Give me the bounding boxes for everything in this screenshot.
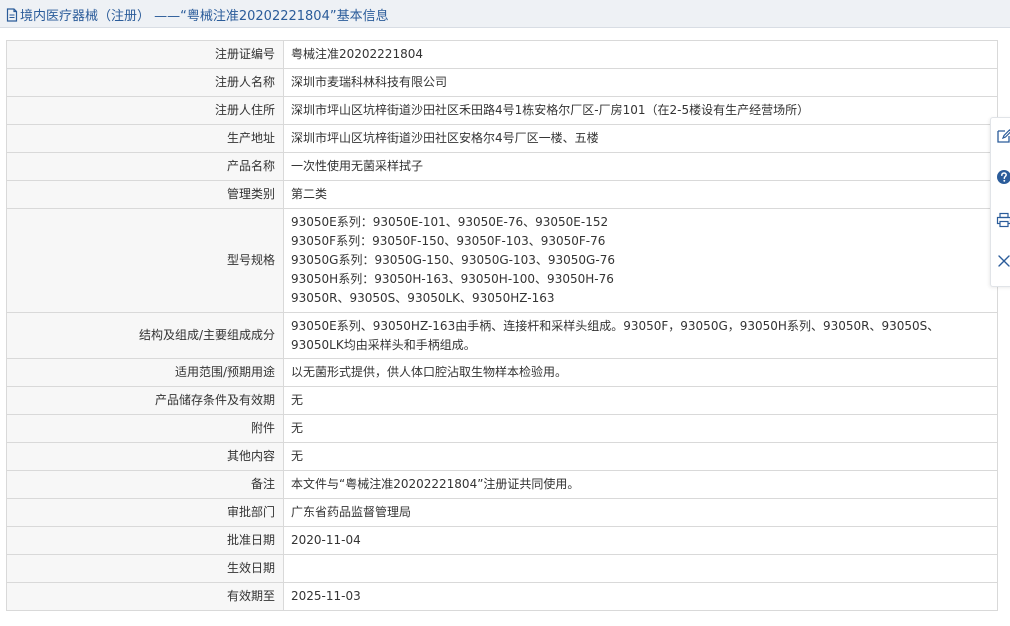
model-line: 93050R、93050S、93050LK、93050HZ-163 — [291, 291, 555, 305]
field-value: 2025-11-03 — [283, 582, 998, 611]
field-label: 有效期至 — [6, 582, 284, 611]
field-value: 深圳市麦瑞科林科技有限公司 — [283, 68, 998, 97]
table-row: 型号规格 93050E系列：93050E-101、93050E-76、93050… — [6, 208, 998, 313]
field-value: 无 — [283, 442, 998, 471]
field-label: 结构及组成/主要组成成分 — [6, 312, 284, 359]
table-row: 注册人住所 深圳市坪山区坑梓街道沙田社区禾田路4号1栋安格尔厂区-厂房101（在… — [6, 96, 998, 125]
model-line: 93050G系列：93050G-150、93050G-103、93050G-76 — [291, 253, 615, 267]
field-value: 2020-11-04 — [283, 526, 998, 555]
field-value: 一次性使用无菌采样拭子 — [283, 152, 998, 181]
table-row: 备注 本文件与“粤械注准20202221804”注册证共同使用。 — [6, 470, 998, 499]
field-value: 深圳市坪山区坑梓街道沙田社区禾田路4号1栋安格尔厂区-厂房101（在2-5楼设有… — [283, 96, 998, 125]
table-row: 批准日期 2020-11-04 — [6, 526, 998, 555]
field-label: 备注 — [6, 470, 284, 499]
field-value: 无 — [283, 386, 998, 415]
field-label: 附件 — [6, 414, 284, 443]
field-label: 产品储存条件及有效期 — [6, 386, 284, 415]
field-value: 本文件与“粤械注准20202221804”注册证共同使用。 — [283, 470, 998, 499]
table-row: 产品名称 一次性使用无菌采样拭子 — [6, 152, 998, 181]
field-label: 生效日期 — [6, 554, 284, 583]
detail-table: 注册证编号 粤械注准20202221804 注册人名称 深圳市麦瑞科林科技有限公… — [6, 40, 998, 611]
header-title-group: 境内医疗器械（注册） ——“粤械注准20202221804”基本信息 — [6, 5, 389, 24]
table-row: 注册人名称 深圳市麦瑞科林科技有限公司 — [6, 68, 998, 97]
table-row: 生效日期 — [6, 554, 998, 583]
help-icon[interactable] — [996, 169, 1010, 185]
table-row: 生产地址 深圳市坪山区坑梓街道沙田社区安格尔4号厂区一楼、五楼 — [6, 124, 998, 153]
table-row: 注册证编号 粤械注准20202221804 — [6, 40, 998, 69]
field-value: 粤械注准20202221804 — [283, 40, 998, 69]
table-row: 适用范围/预期用途 以无菌形式提供，供人体口腔沾取生物样本检验用。 — [6, 358, 998, 387]
field-label: 注册人住所 — [6, 96, 284, 125]
field-label: 管理类别 — [6, 180, 284, 209]
page-title: 境内医疗器械（注册） ——“粤械注准20202221804”基本信息 — [20, 9, 389, 24]
field-label: 生产地址 — [6, 124, 284, 153]
table-row: 附件 无 — [6, 414, 998, 443]
field-value — [283, 554, 998, 583]
print-icon[interactable] — [996, 212, 1010, 228]
page-header: 境内医疗器械（注册） ——“粤械注准20202221804”基本信息 — [0, 0, 1010, 28]
table-row: 审批部门 广东省药品监督管理局 — [6, 498, 998, 527]
field-value-model-list: 93050E系列：93050E-101、93050E-76、93050E-152… — [283, 208, 998, 313]
field-value: 广东省药品监督管理局 — [283, 498, 998, 527]
field-label: 注册证编号 — [6, 40, 284, 69]
field-label: 批准日期 — [6, 526, 284, 555]
table-row: 结构及组成/主要组成成分 93050E系列、93050HZ-163由手柄、连接杆… — [6, 312, 998, 359]
table-row: 管理类别 第二类 — [6, 180, 998, 209]
edit-icon[interactable] — [996, 128, 1010, 144]
field-value: 第二类 — [283, 180, 998, 209]
field-value: 深圳市坪山区坑梓街道沙田社区安格尔4号厂区一楼、五楼 — [283, 124, 998, 153]
side-toolbar — [990, 117, 1010, 287]
field-label: 注册人名称 — [6, 68, 284, 97]
model-line: 93050F系列：93050F-150、93050F-103、93050F-76 — [291, 234, 606, 248]
document-icon — [6, 7, 18, 22]
table-row: 产品储存条件及有效期 无 — [6, 386, 998, 415]
field-value: 93050E系列、93050HZ-163由手柄、连接杆和采样头组成。93050F… — [283, 312, 998, 359]
field-value: 以无菌形式提供，供人体口腔沾取生物样本检验用。 — [283, 358, 998, 387]
field-value: 无 — [283, 414, 998, 443]
field-label: 适用范围/预期用途 — [6, 358, 284, 387]
model-line: 93050H系列：93050H-163、93050H-100、93050H-76 — [291, 272, 614, 286]
field-label: 其他内容 — [6, 442, 284, 471]
table-row: 其他内容 无 — [6, 442, 998, 471]
field-label: 型号规格 — [6, 208, 284, 313]
field-label: 审批部门 — [6, 498, 284, 527]
table-row: 有效期至 2025-11-03 — [6, 582, 998, 611]
field-label: 产品名称 — [6, 152, 284, 181]
close-icon[interactable] — [996, 253, 1010, 269]
model-line: 93050E系列：93050E-101、93050E-76、93050E-152 — [291, 215, 609, 229]
